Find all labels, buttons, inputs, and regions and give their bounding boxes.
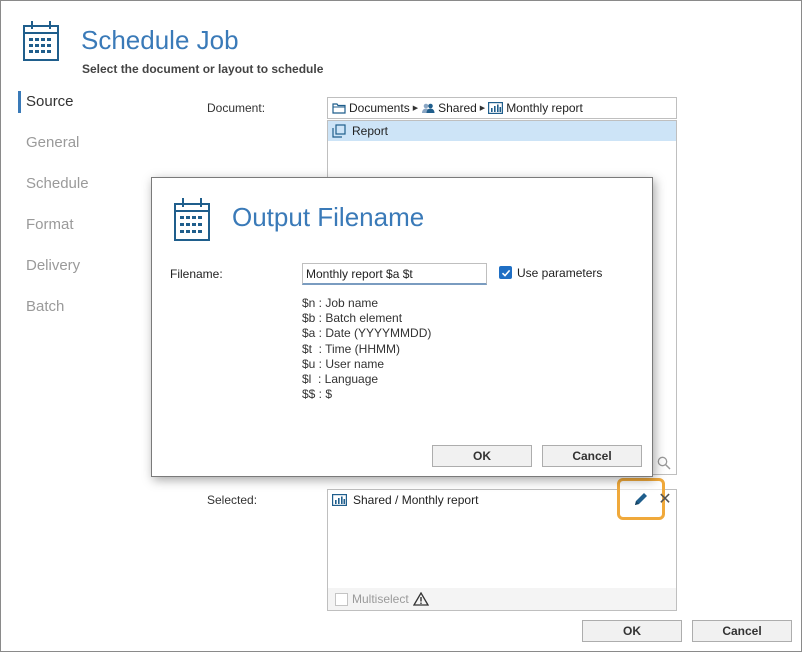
chevron-right-icon: ▶ (479, 105, 486, 112)
ok-button[interactable]: OK (582, 620, 682, 642)
parameter-item: $b : Batch element (302, 311, 403, 326)
dialog-ok-button[interactable]: OK (432, 445, 532, 467)
list-item[interactable]: Report (328, 121, 676, 141)
page-title: Schedule Job (81, 25, 239, 55)
schedule-job-window: Schedule Job Select the document or layo… (0, 0, 802, 652)
nav-item-format[interactable]: Format (18, 214, 74, 236)
document-label: Document: (207, 101, 266, 115)
report-icon (332, 494, 347, 506)
report-icon (488, 102, 504, 114)
search-icon (657, 456, 671, 470)
multiselect-bar: Multiselect (328, 588, 676, 610)
breadcrumb-monthly-report[interactable]: Monthly report (488, 101, 583, 115)
search-button[interactable] (651, 452, 675, 474)
dialog-title: Output Filename (232, 202, 425, 232)
remove-selected-icon[interactable]: ✕ (657, 489, 673, 509)
breadcrumb-label: Shared (438, 101, 477, 115)
chevron-right-icon: ▶ (412, 105, 419, 112)
parameter-item: $u : User name (302, 356, 385, 371)
selected-label: Selected: (207, 493, 258, 507)
parameter-item: $t : Time (HHMM) (302, 341, 400, 356)
nav-item-delivery[interactable]: Delivery (18, 255, 80, 277)
use-parameters-checkbox[interactable] (499, 266, 512, 279)
parameter-item: $n : Job name (302, 296, 379, 310)
document-breadcrumb: Documents ▶ Shared ▶ Monthly report (327, 97, 677, 119)
multiselect-label: Multiselect (352, 592, 409, 606)
checkmark-icon (501, 269, 510, 277)
users-icon (422, 103, 435, 113)
list-item-label: Report (352, 124, 389, 138)
filename-input[interactable] (302, 263, 487, 285)
folder-icon (332, 103, 346, 114)
cancel-button[interactable]: Cancel (692, 620, 792, 642)
warning-icon (412, 592, 429, 606)
selected-item-label: Shared / Monthly report (353, 493, 479, 507)
selected-item[interactable]: Shared / Monthly report (332, 493, 478, 507)
pencil-icon (635, 493, 647, 505)
calendar-icon (23, 19, 59, 63)
filename-label: Filename: (170, 267, 223, 281)
nav-item-schedule[interactable]: Schedule (18, 173, 89, 195)
use-parameters-label: Use parameters (517, 266, 603, 280)
breadcrumb-label: Monthly report (506, 101, 583, 115)
multiselect-checkbox[interactable] (335, 592, 348, 606)
parameter-item: $$ : $ (302, 387, 333, 402)
page-subtitle: Select the document or layout to schedul… (82, 62, 324, 76)
nav-item-source[interactable]: Source (18, 91, 74, 113)
copy-icon (332, 124, 346, 138)
output-filename-dialog: Output Filename Filename: Use parameters… (151, 177, 653, 477)
dialog-cancel-button[interactable]: Cancel (542, 445, 642, 467)
breadcrumb-documents[interactable]: Documents (332, 101, 410, 115)
calendar-icon (174, 196, 210, 242)
breadcrumb-shared[interactable]: Shared (421, 101, 477, 115)
parameter-item: $a : Date (YYYYMMDD) (302, 326, 432, 341)
nav-item-general[interactable]: General (18, 132, 79, 154)
nav-item-batch[interactable]: Batch (18, 296, 64, 318)
parameter-item: $l : Language (302, 372, 379, 387)
breadcrumb-label: Documents (349, 101, 410, 115)
parameter-legend: $n : Job name $b : Batch element $a : Da… (302, 296, 431, 402)
